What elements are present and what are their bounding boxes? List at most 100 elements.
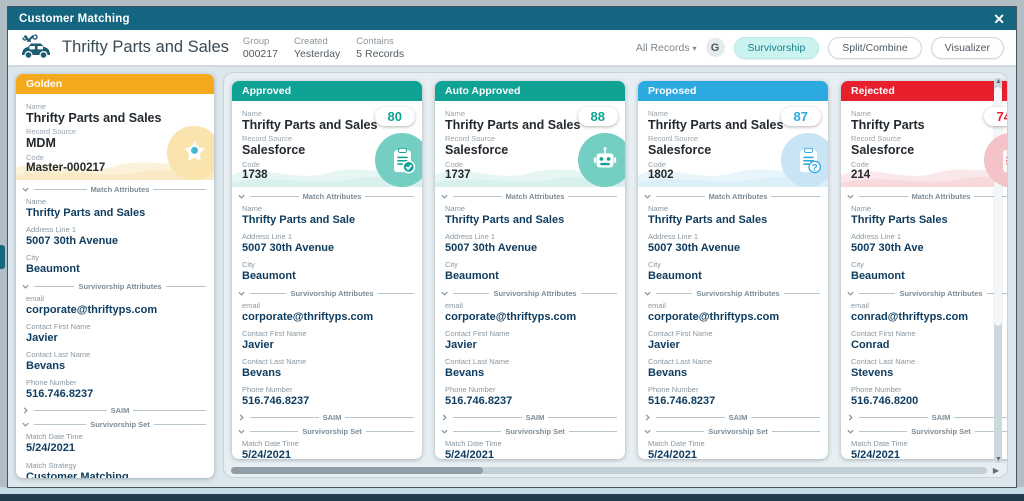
field-city: City Beaumont — [638, 260, 828, 283]
field-phone: Phone Number 516.746.8237 — [435, 385, 625, 408]
field-value: Stevens — [851, 367, 1007, 380]
clipboard-check-icon — [375, 133, 422, 187]
scroll-right-icon[interactable]: ▶ — [993, 467, 999, 475]
field-label: email — [26, 294, 204, 303]
card-status-label: Golden — [26, 78, 62, 90]
scroll-up-icon[interactable]: ▲ — [995, 78, 1002, 85]
section-divider-saim[interactable]: SAIM — [841, 413, 1007, 422]
matching-content: Golden Name Thrifty Parts and Sales Reco… — [8, 67, 1016, 487]
frame-bottom-bar — [0, 494, 1024, 501]
section-divider-survivorship_set[interactable]: Survivorship Set — [16, 420, 214, 429]
chevron-down-icon — [643, 192, 652, 201]
records-filter-dropdown[interactable]: All Records ▾ — [636, 42, 697, 54]
svg-text:?: ? — [811, 162, 817, 173]
section-divider-survivorship_set[interactable]: Survivorship Set — [232, 427, 422, 436]
section-divider-saim[interactable]: SAIM — [16, 406, 214, 415]
field-value: Beaumont — [851, 270, 1007, 283]
field-value: 5/24/2021 — [26, 442, 204, 455]
field-email: email conrad@thriftyps.com — [841, 301, 1007, 324]
section-divider-survivorship_attributes[interactable]: Survivorship Attributes — [16, 282, 214, 291]
meta-group: Group 000217 — [243, 36, 278, 60]
card-status-label: Rejected — [851, 85, 895, 97]
field-label: Address Line 1 — [648, 232, 818, 241]
field-email: email corporate@thriftyps.com — [638, 301, 828, 324]
field-value: Beaumont — [445, 270, 615, 283]
car-icon — [18, 34, 56, 61]
chevron-right-icon — [643, 413, 652, 422]
section-divider-match_attributes[interactable]: Match Attributes — [638, 192, 828, 201]
section-title: SAIM — [111, 406, 130, 415]
section-title: Survivorship Set — [505, 427, 565, 436]
field-label: Match Date Time — [26, 432, 204, 441]
section-title: Match Attributes — [912, 192, 971, 201]
field-value: Thrifty Parts and Sales — [445, 214, 615, 227]
survivorship-button[interactable]: Survivorship — [734, 37, 820, 59]
section-divider-saim[interactable]: SAIM — [232, 413, 422, 422]
field-email: email corporate@thriftyps.com — [16, 294, 214, 317]
window-titlebar: Customer Matching ✕ — [8, 7, 1016, 30]
section-divider-match_attributes[interactable]: Match Attributes — [16, 185, 214, 194]
field-label: Name — [851, 204, 1007, 213]
match-score-badge: 80 — [375, 107, 415, 126]
section-divider-survivorship_set[interactable]: Survivorship Set — [638, 427, 828, 436]
scroll-down-icon[interactable]: ▼ — [995, 456, 1002, 463]
field-phone: Phone Number 516.746.8200 — [841, 385, 1007, 408]
section-divider-saim[interactable]: SAIM — [435, 413, 625, 422]
visualizer-button[interactable]: Visualizer — [931, 37, 1004, 59]
field-label: email — [445, 301, 615, 310]
close-icon[interactable]: ✕ — [993, 12, 1005, 26]
section-divider-survivorship_attributes[interactable]: Survivorship Attributes — [232, 289, 422, 298]
avatar[interactable]: G — [706, 38, 725, 57]
card-summary: 74 Name Thrifty Parts Record Source Sale… — [841, 101, 1007, 187]
header-actions: All Records ▾ G Survivorship Split/Combi… — [636, 37, 1004, 59]
section-divider-survivorship_attributes[interactable]: Survivorship Attributes — [435, 289, 625, 298]
award-ribbon-icon — [167, 126, 214, 180]
group-header: Thrifty Parts and Sales Group 000217 Cre… — [8, 30, 1016, 67]
field-email: email corporate@thriftyps.com — [232, 301, 422, 324]
section-title: Match Attributes — [709, 192, 768, 201]
field-first_name: Contact First Name Javier — [435, 329, 625, 352]
field-city: City Beaumont — [16, 253, 214, 276]
section-divider-match_attributes[interactable]: Match Attributes — [232, 192, 422, 201]
field-address: Address Line 1 5007 30th Ave — [841, 232, 1007, 255]
field-email: email corporate@thriftyps.com — [435, 301, 625, 324]
section-divider-survivorship_set[interactable]: Survivorship Set — [841, 427, 1007, 436]
field-phone: Phone Number 516.746.8237 — [638, 385, 828, 408]
section-divider-survivorship_attributes[interactable]: Survivorship Attributes — [841, 289, 1007, 298]
record-card-auto-approved[interactable]: Auto Approved 88 Name Thrifty Parts and … — [435, 81, 625, 459]
record-card-golden[interactable]: Golden Name Thrifty Parts and Sales Reco… — [16, 74, 214, 478]
section-divider-saim[interactable]: SAIM — [638, 413, 828, 422]
chevron-right-icon — [237, 413, 246, 422]
record-name: Thrifty Parts — [851, 118, 1007, 132]
card-status-header: Auto Approved — [435, 81, 625, 101]
field-value: Bevans — [242, 367, 412, 380]
match-score-badge: 87 — [781, 107, 821, 126]
field-label: Phone Number — [851, 385, 1007, 394]
section-divider-survivorship_attributes[interactable]: Survivorship Attributes — [638, 289, 828, 298]
field-value: 5007 30th Avenue — [26, 235, 204, 248]
field-value: 516.746.8237 — [26, 388, 204, 401]
field-label: Match Strategy — [26, 461, 204, 470]
record-name: Thrifty Parts and Sales — [26, 111, 204, 125]
field-label: Name — [445, 204, 615, 213]
field-label: Address Line 1 — [26, 225, 204, 234]
field-value: corporate@thriftyps.com — [445, 311, 615, 324]
field-address: Address Line 1 5007 30th Avenue — [16, 225, 214, 248]
field-match_name: Name Thrifty Parts and Sales — [16, 197, 214, 220]
card-status-label: Auto Approved — [445, 85, 520, 97]
section-divider-survivorship_set[interactable]: Survivorship Set — [435, 427, 625, 436]
horizontal-scrollbar[interactable] — [231, 467, 987, 474]
docked-panel-tab[interactable] — [0, 245, 5, 269]
section-divider-match_attributes[interactable]: Match Attributes — [841, 192, 1007, 201]
chevron-down-icon — [440, 192, 449, 201]
horizontal-scroll-thumb[interactable] — [231, 467, 483, 474]
field-match_name: Name Thrifty Parts and Sales — [638, 204, 828, 227]
chevron-right-icon — [21, 406, 30, 415]
field-value: 5/24/2021 — [445, 449, 615, 459]
section-divider-match_attributes[interactable]: Match Attributes — [435, 192, 625, 201]
record-card-proposed[interactable]: Proposed 87 Name Thrifty Parts and Sales… — [638, 81, 828, 459]
record-card-rejected[interactable]: Rejected 74 Name Thrifty Parts Record So… — [841, 81, 1007, 459]
record-card-approved[interactable]: Approved 80 Name Thrifty Parts and Sales… — [232, 81, 422, 459]
split-combine-button[interactable]: Split/Combine — [828, 37, 921, 59]
field-value: 5007 30th Avenue — [445, 242, 615, 255]
